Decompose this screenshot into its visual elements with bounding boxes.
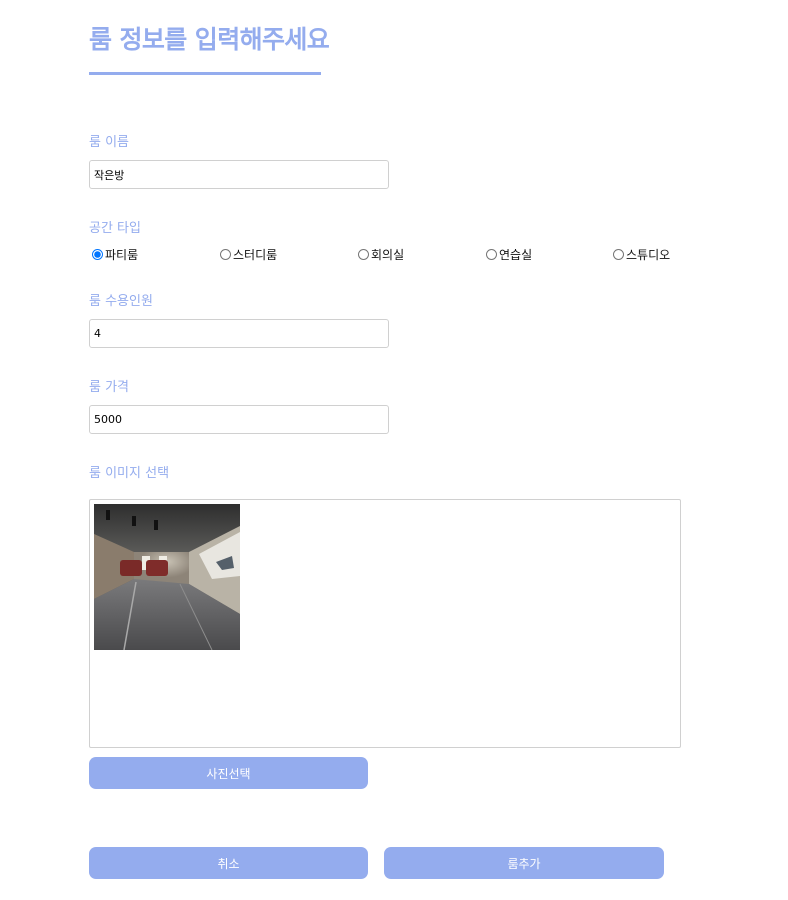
room-photo-thumbnail <box>94 504 240 650</box>
space-type-option-party-room[interactable]: 파티룸 <box>92 243 138 265</box>
space-type-option-studio[interactable]: 스튜디오 <box>613 243 670 265</box>
space-type-option-label: 스터디룸 <box>233 247 278 262</box>
space-type-option-label: 스튜디오 <box>626 247 671 262</box>
space-type-option-practice-room[interactable]: 연습실 <box>486 243 532 265</box>
room-name-label: 룸 이름 <box>89 135 130 150</box>
capacity-label: 룸 수용인원 <box>89 294 153 309</box>
cancel-button[interactable]: 취소 <box>89 847 368 879</box>
title-underline: 룸 정보를 입력해주세요 <box>89 22 330 75</box>
price-label: 룸 가격 <box>89 380 130 395</box>
image-preview-box <box>89 499 681 748</box>
price-input[interactable] <box>89 405 389 434</box>
space-type-radio-party-room[interactable] <box>92 248 103 260</box>
space-type-option-meeting-room[interactable]: 회의실 <box>358 243 404 265</box>
room-form: 룸 정보를 입력해주세요 룸 이름 공간 타입 파티룸 스터디룸 회의실 연습실… <box>89 0 729 900</box>
room-name-input[interactable] <box>89 160 389 189</box>
space-type-radio-group: 파티룸 스터디룸 회의실 연습실 스튜디오 <box>89 243 729 265</box>
space-type-radio-study-room[interactable] <box>220 248 231 260</box>
space-type-label: 공간 타입 <box>89 221 141 236</box>
space-type-radio-studio[interactable] <box>613 248 624 260</box>
space-type-option-label: 회의실 <box>371 247 405 262</box>
select-photo-button[interactable]: 사진선택 <box>89 757 368 789</box>
space-type-radio-meeting-room[interactable] <box>358 248 369 260</box>
space-type-option-study-room[interactable]: 스터디룸 <box>220 243 277 265</box>
add-room-button[interactable]: 룸추가 <box>384 847 664 879</box>
capacity-input[interactable] <box>89 319 389 348</box>
image-select-label: 룸 이미지 선택 <box>89 466 170 481</box>
space-type-option-label: 연습실 <box>499 247 533 262</box>
space-type-option-label: 파티룸 <box>105 247 139 262</box>
space-type-radio-practice-room[interactable] <box>486 248 497 260</box>
page-title: 룸 정보를 입력해주세요 <box>89 25 330 54</box>
